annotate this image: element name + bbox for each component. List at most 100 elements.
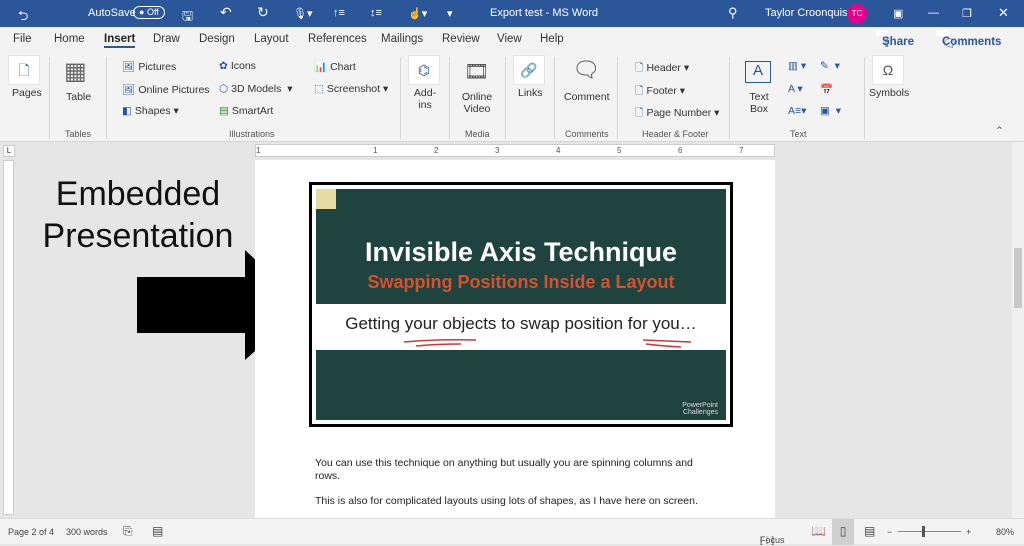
vertical-scrollbar[interactable] <box>1012 142 1024 518</box>
line-spacing-icon[interactable]: ↕≡ <box>370 7 382 19</box>
pictures-icon: 🖼 <box>122 61 136 73</box>
zoom-slider[interactable] <box>898 531 961 532</box>
document-title: Export test - MS Word <box>490 7 598 19</box>
text-box-icon[interactable]: A <box>745 61 771 83</box>
text-box-button[interactable]: Text Box <box>745 91 773 115</box>
tab-review[interactable]: Review <box>442 33 480 45</box>
omega-icon[interactable]: Ω <box>872 55 904 85</box>
page-number-icon: 🗋 <box>635 107 644 119</box>
word-count[interactable]: 300 words <box>66 527 108 537</box>
addins-button[interactable]: Add-ins <box>411 87 439 111</box>
pictures-button[interactable]: 🖼 Pictures <box>122 60 176 73</box>
share-button[interactable]: ⇪ Share <box>876 30 914 50</box>
group-header-footer: Header & Footer <box>642 129 709 139</box>
object-icon[interactable]: ▣ ▾ <box>820 105 841 117</box>
save-icon[interactable]: 🖫 <box>182 7 193 29</box>
proofing-icon[interactable]: ⎘ <box>123 524 133 539</box>
smartart-button[interactable]: ▤ SmartArt <box>219 105 273 117</box>
vertical-ruler[interactable] <box>3 160 14 515</box>
tab-references[interactable]: References <box>308 33 367 45</box>
tab-selector-icon[interactable]: L <box>3 145 15 157</box>
paragraph-spacing-icon[interactable]: ↑≡ <box>333 7 345 19</box>
table-button[interactable]: Table <box>66 91 91 103</box>
group-tables: Tables <box>65 129 92 139</box>
body-paragraph[interactable]: This is also for complicated layouts usi… <box>315 495 735 507</box>
label: Online Pictures <box>138 84 210 96</box>
tab-home[interactable]: Home <box>54 33 85 45</box>
ruler-mark: 5 <box>617 146 622 155</box>
screenshot-button[interactable]: ⬚ Screenshot ▾ <box>314 83 388 95</box>
web-layout-icon[interactable]: ▤ <box>864 524 875 538</box>
zoom-slider-thumb[interactable] <box>921 526 925 537</box>
ruler-mark: 6 <box>678 146 683 155</box>
customize-qat-icon[interactable]: ▾ <box>447 7 453 20</box>
comments-button[interactable]: 🗨 Comments <box>936 30 1001 50</box>
body-paragraph[interactable]: You can use this technique on anything b… <box>315 457 715 483</box>
footer-button[interactable]: 🗋 Footer ▾ <box>635 83 685 101</box>
undo-icon[interactable]: ↶ <box>220 4 232 21</box>
icons-button[interactable]: ✿ Icons <box>219 60 256 72</box>
online-video-icon[interactable]: 🎞 <box>464 59 489 84</box>
status-bar: Page 2 of 4 300 words ⎘ ▤ [⋮] Focus 📖 ▯ … <box>0 518 1024 545</box>
shapes-button[interactable]: ◧ Shapes ▾ <box>122 105 179 117</box>
close-icon[interactable]: ✕ <box>998 5 1009 21</box>
label: Shapes <box>134 105 171 117</box>
link-icon[interactable]: 🔗 <box>513 55 545 85</box>
restore-icon[interactable]: ❐ <box>962 7 972 20</box>
read-mode-icon[interactable]: 📖 <box>811 524 826 538</box>
tab-draw[interactable]: Draw <box>153 33 180 45</box>
slide: Invisible Axis Technique Swapping Positi… <box>316 189 726 420</box>
zoom-out-button[interactable]: − <box>887 527 892 537</box>
table-icon[interactable]: ▦ <box>64 57 87 86</box>
ribbon-display-icon[interactable]: ▣ <box>893 7 903 20</box>
touch-mode-icon[interactable]: ⮌ <box>18 7 28 29</box>
dictate-icon[interactable]: 🎙▾ <box>293 7 313 20</box>
signature-line-icon[interactable]: ✎ ▾ <box>820 60 840 72</box>
redo-icon[interactable]: ↻ <box>257 4 269 21</box>
chart-button[interactable]: 📊 Chart <box>314 60 356 73</box>
addins-icon[interactable]: ⌬ <box>408 55 440 85</box>
links-button[interactable]: Links <box>518 87 543 99</box>
minimize-icon[interactable]: — <box>928 7 939 19</box>
horizontal-ruler[interactable]: 1 1 2 3 4 5 6 7 <box>255 144 775 157</box>
search-icon[interactable]: ⚲ <box>728 5 738 21</box>
tab-design[interactable]: Design <box>199 33 235 45</box>
avatar[interactable]: TC <box>847 4 867 24</box>
accessibility-icon[interactable]: ▤ <box>152 524 163 538</box>
slide-corner-logo <box>316 189 336 209</box>
date-time-icon[interactable]: 📅 <box>820 83 833 96</box>
print-layout-icon[interactable]: ▯ <box>832 519 854 545</box>
embedded-presentation[interactable]: Invisible Axis Technique Swapping Positi… <box>309 182 733 427</box>
wordart-icon[interactable]: A ▾ <box>788 83 803 95</box>
autosave-toggle[interactable]: ● Off <box>133 6 165 19</box>
online-video-button[interactable]: Online Video <box>460 91 494 115</box>
tab-insert[interactable]: Insert <box>104 33 136 48</box>
page-number-button[interactable]: 🗋 Page Number ▾ <box>635 105 719 123</box>
zoom-level[interactable]: 80% <box>996 527 1014 537</box>
touch-icon[interactable]: ☝▾ <box>408 7 427 20</box>
collapse-ribbon-icon[interactable]: ⌃ <box>995 125 1004 137</box>
drop-cap-icon[interactable]: A≡▾ <box>788 105 806 117</box>
online-pictures-button[interactable]: 🖼 Online Pictures <box>122 83 210 96</box>
new-comment-icon[interactable]: 🗨 <box>572 57 600 83</box>
label: Pictures <box>138 61 177 73</box>
pages-icon[interactable]: 🗋 <box>8 55 40 85</box>
document-page[interactable]: Invisible Axis Technique Swapping Positi… <box>255 160 775 518</box>
zoom-in-button[interactable]: + <box>966 527 971 537</box>
ruler-mark: 4 <box>556 146 561 155</box>
user-name[interactable]: Taylor Croonquist <box>765 7 851 19</box>
symbols-button[interactable]: Symbols <box>869 87 909 99</box>
tab-view[interactable]: View <box>497 33 522 45</box>
quick-parts-icon[interactable]: ▥ ▾ <box>788 60 806 72</box>
tab-file[interactable]: File <box>13 33 32 45</box>
ruler-mark: 2 <box>434 146 439 155</box>
annotation-text: Embedded Presentation <box>33 173 243 257</box>
tab-layout[interactable]: Layout <box>254 33 289 45</box>
pages-button[interactable]: Pages <box>12 87 42 99</box>
tab-help[interactable]: Help <box>540 33 564 45</box>
comment-button[interactable]: Comment <box>564 91 610 103</box>
3d-models-button[interactable]: ⬡ 3D Models ▾ <box>219 83 292 95</box>
header-button[interactable]: 🗋 Header ▾ <box>635 60 689 78</box>
tab-mailings[interactable]: Mailings <box>381 33 423 45</box>
page-count[interactable]: Page 2 of 4 <box>8 527 54 537</box>
